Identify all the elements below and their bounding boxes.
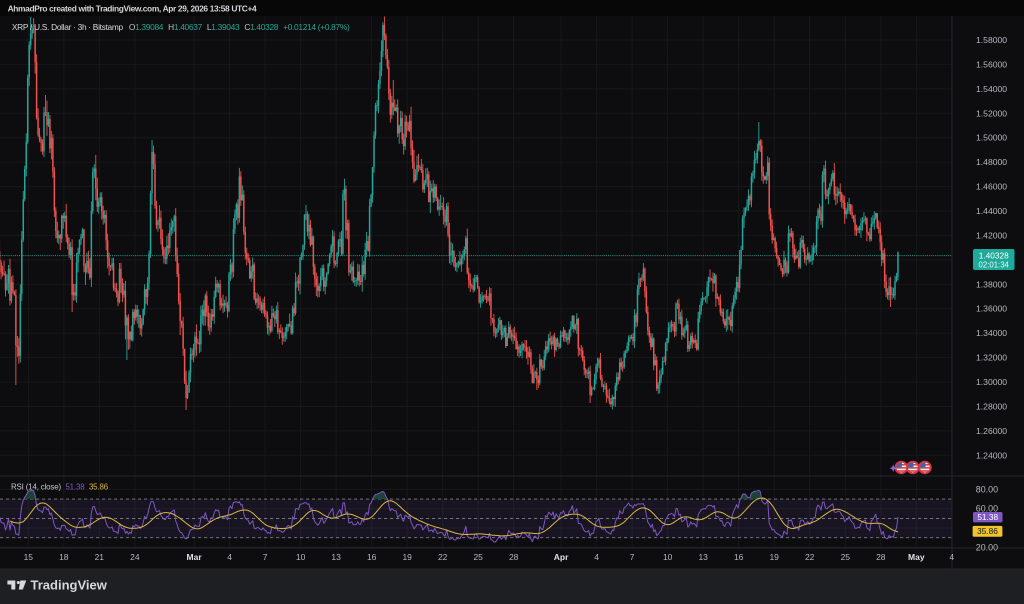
svg-text:35.86: 35.86 — [977, 526, 998, 536]
svg-text:7: 7 — [630, 552, 635, 562]
svg-text:22: 22 — [805, 552, 815, 562]
svg-text:1.54000: 1.54000 — [976, 84, 1007, 94]
svg-text:1.38000: 1.38000 — [976, 279, 1007, 289]
svg-text:1.34000: 1.34000 — [976, 328, 1007, 338]
svg-text:16: 16 — [734, 552, 744, 562]
svg-text:XRP / U.S. Dollar · 3h · Bitst: XRP / U.S. Dollar · 3h · BitstampO1.3908… — [12, 22, 350, 32]
svg-text:May: May — [908, 552, 925, 562]
svg-text:4: 4 — [949, 552, 954, 562]
svg-text:1.46000: 1.46000 — [976, 182, 1007, 192]
svg-text:51.38: 51.38 — [977, 512, 998, 522]
svg-text:10: 10 — [296, 552, 306, 562]
svg-text:18: 18 — [59, 552, 69, 562]
svg-text:1.42000: 1.42000 — [976, 230, 1007, 240]
svg-text:28: 28 — [876, 552, 886, 562]
svg-text:1.48000: 1.48000 — [976, 157, 1007, 167]
svg-text:24: 24 — [130, 552, 140, 562]
svg-text:19: 19 — [769, 552, 779, 562]
svg-text:25: 25 — [473, 552, 483, 562]
svg-text:1.28000: 1.28000 — [976, 402, 1007, 412]
svg-text:19: 19 — [402, 552, 412, 562]
svg-text:7: 7 — [263, 552, 268, 562]
svg-text:1.30000: 1.30000 — [976, 377, 1007, 387]
svg-text:1.52000: 1.52000 — [976, 108, 1007, 118]
svg-text:Apr: Apr — [554, 552, 569, 562]
svg-text:4: 4 — [594, 552, 599, 562]
svg-text:1.58000: 1.58000 — [976, 35, 1007, 45]
svg-text:16: 16 — [367, 552, 377, 562]
svg-text:1.44000: 1.44000 — [976, 206, 1007, 216]
svg-text:10: 10 — [663, 552, 673, 562]
svg-text:1.36000: 1.36000 — [976, 304, 1007, 314]
svg-text:02:01:34: 02:01:34 — [979, 260, 1010, 269]
svg-text:20.00: 20.00 — [976, 542, 998, 552]
svg-text:28: 28 — [509, 552, 519, 562]
svg-text:1.40328: 1.40328 — [979, 250, 1009, 260]
svg-text:13: 13 — [698, 552, 708, 562]
svg-text:1.26000: 1.26000 — [976, 426, 1007, 436]
svg-text:Mar: Mar — [187, 552, 203, 562]
svg-text:1.56000: 1.56000 — [976, 59, 1007, 69]
svg-text:4: 4 — [227, 552, 232, 562]
svg-text:1.50000: 1.50000 — [976, 133, 1007, 143]
svg-text:1.24000: 1.24000 — [976, 450, 1007, 460]
svg-text:80.00: 80.00 — [976, 484, 998, 494]
svg-text:TradingView: TradingView — [31, 577, 108, 592]
svg-text:RSI (14, close)51.3835.86: RSI (14, close)51.3835.86 — [11, 483, 109, 492]
svg-text:1.32000: 1.32000 — [976, 353, 1007, 363]
svg-text:AhmadPro created with TradingV: AhmadPro created with TradingView.com, A… — [8, 3, 257, 13]
svg-text:15: 15 — [24, 552, 34, 562]
svg-text:25: 25 — [841, 552, 851, 562]
svg-text:21: 21 — [95, 552, 105, 562]
svg-text:13: 13 — [331, 552, 341, 562]
svg-text:22: 22 — [438, 552, 448, 562]
